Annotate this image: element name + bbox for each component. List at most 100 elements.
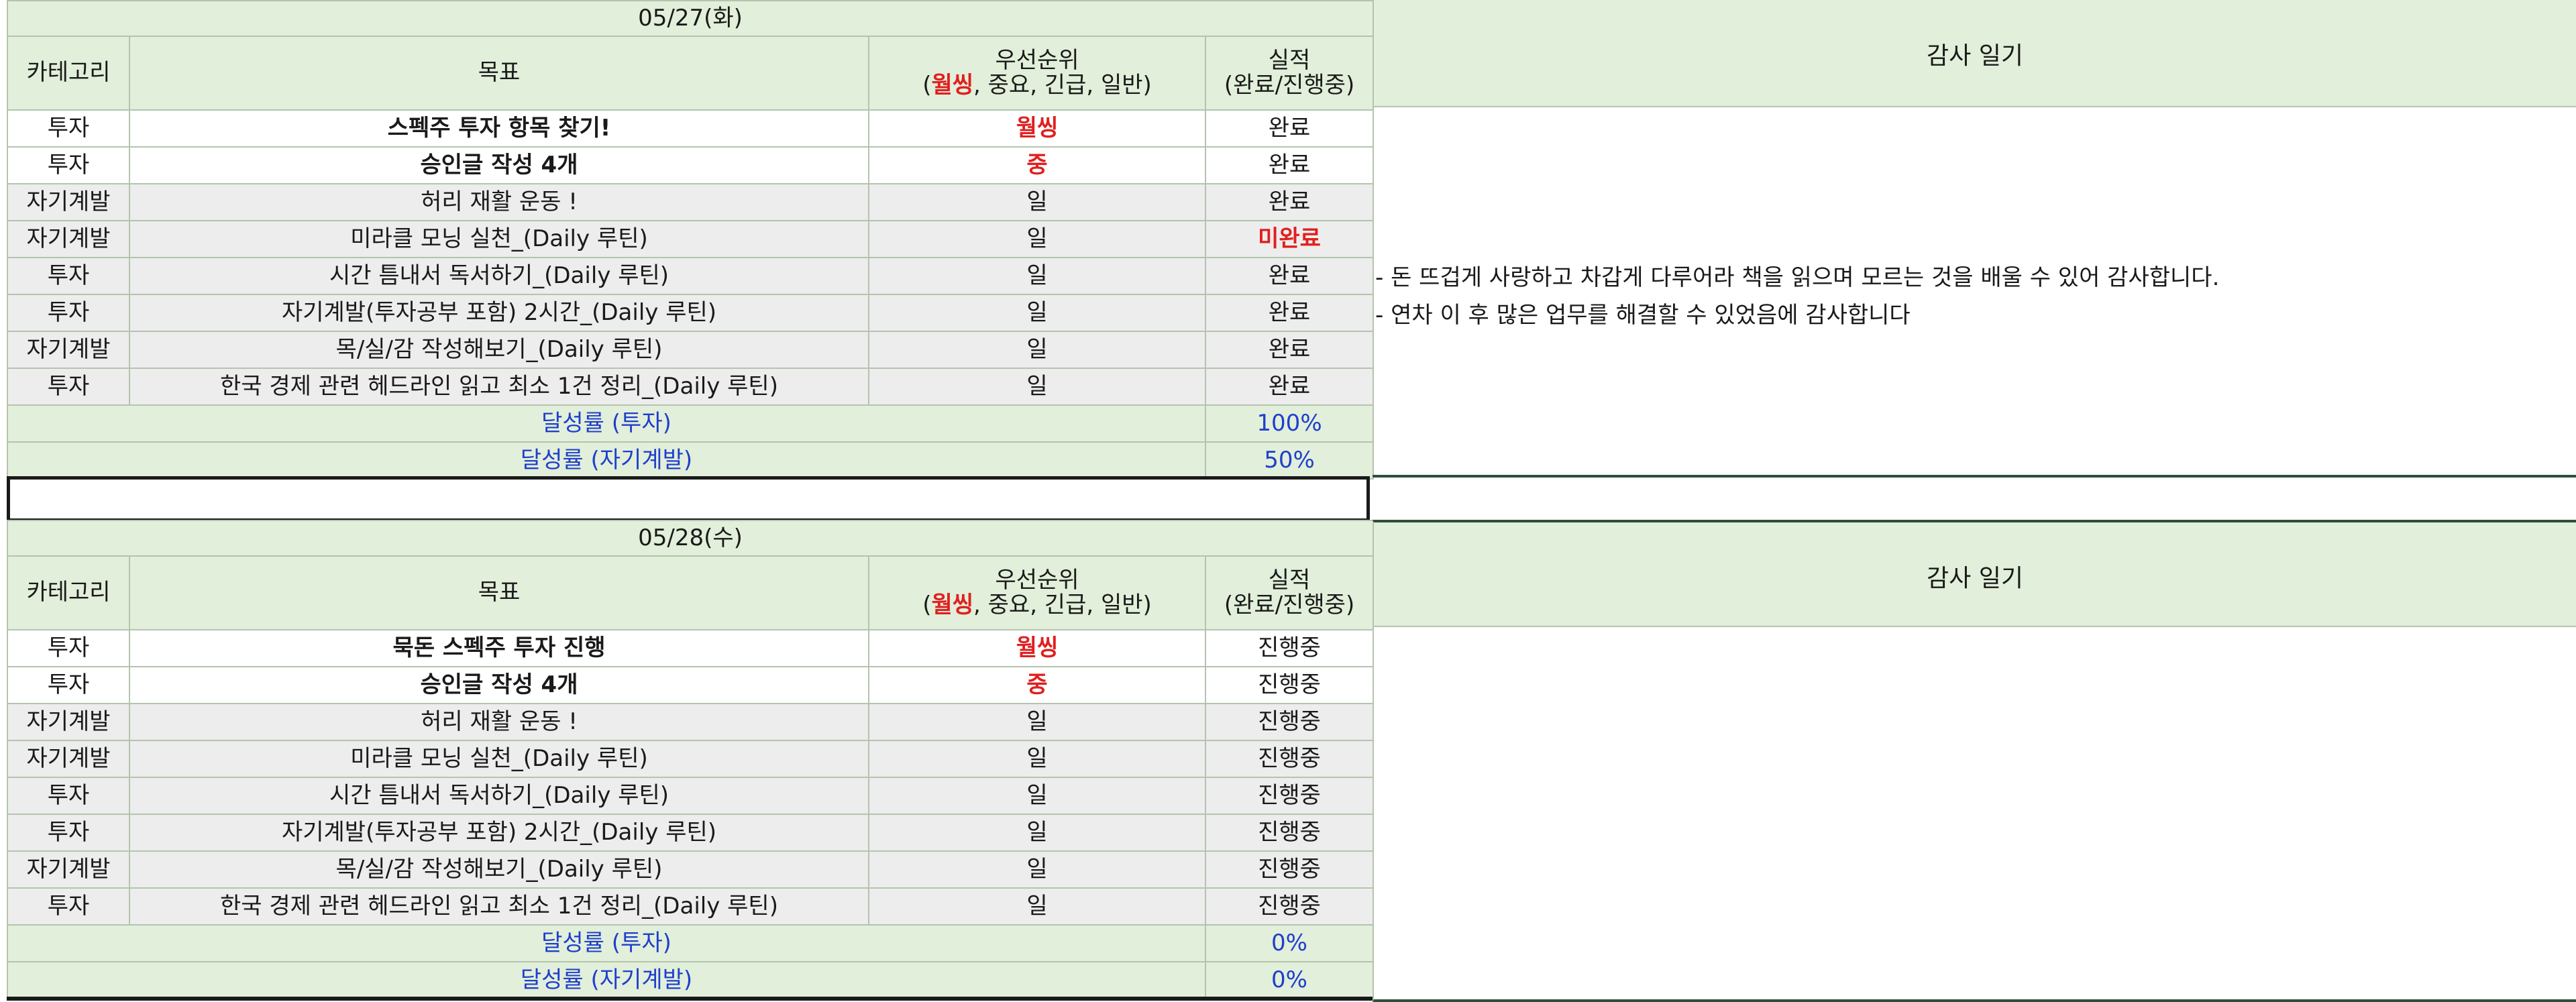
category-cell[interactable]: 투자 (7, 777, 130, 815)
goal-cell[interactable]: 시간 틈내서 독서하기_(Daily 루틴) (129, 777, 869, 815)
goal-cell[interactable]: 승인글 작성 4개 (129, 146, 869, 184)
summary-value[interactable]: 100% (1204, 404, 1375, 443)
priority-cell[interactable]: 일 (868, 887, 1206, 926)
priority-cell[interactable]: 월씽 (868, 629, 1206, 667)
summary-row[interactable]: 달성률 (자기계발) 0% (7, 961, 1375, 999)
summary-row[interactable]: 달성률 (자기계발) 50% (7, 441, 1375, 480)
summary-label[interactable]: 달성률 (자기계발) (7, 441, 1206, 480)
result-cell[interactable]: 완료 (1204, 294, 1375, 332)
category-cell[interactable]: 자기계발 (7, 331, 130, 369)
category-cell[interactable]: 투자 (7, 629, 130, 667)
category-cell[interactable]: 투자 (7, 887, 130, 926)
result-cell[interactable]: 진행중 (1204, 850, 1375, 889)
priority-cell[interactable]: 일 (868, 294, 1206, 332)
diary-header[interactable]: 감사 일기 (1373, 520, 2576, 627)
table-row[interactable]: 자기계발 허리 재활 운동 ! 일 진행중 (7, 703, 1375, 741)
result-cell[interactable]: 완료 (1204, 183, 1375, 221)
goal-cell[interactable]: 허리 재활 운동 ! (129, 183, 869, 221)
priority-cell[interactable]: 일 (868, 220, 1206, 258)
category-cell[interactable]: 자기계발 (7, 220, 130, 258)
table-row[interactable]: 자기계발 허리 재활 운동 ! 일 완료 (7, 183, 1375, 221)
table-row[interactable]: 투자 승인글 작성 4개 중 진행중 (7, 666, 1375, 704)
summary-label[interactable]: 달성률 (자기계발) (7, 961, 1206, 999)
diary-header[interactable]: 감사 일기 (1373, 0, 2576, 107)
goal-header[interactable]: 목표 (129, 36, 869, 111)
category-header[interactable]: 카테고리 (7, 36, 130, 111)
result-cell[interactable]: 완료 (1204, 331, 1375, 369)
table-row[interactable]: 투자 묵돈 스펙주 투자 진행 월씽 진행중 (7, 629, 1375, 667)
category-cell[interactable]: 자기계발 (7, 703, 130, 741)
goal-cell[interactable]: 목/실/감 작성해보기_(Daily 루틴) (129, 850, 869, 889)
result-cell[interactable]: 완료 (1204, 257, 1375, 295)
goal-cell[interactable]: 자기계발(투자공부 포함) 2시간_(Daily 루틴) (129, 294, 869, 332)
goal-cell[interactable]: 승인글 작성 4개 (129, 666, 869, 704)
summary-row[interactable]: 달성률 (투자) 0% (7, 924, 1375, 962)
table-row[interactable]: 투자 자기계발(투자공부 포함) 2시간_(Daily 루틴) 일 진행중 (7, 814, 1375, 852)
table-row[interactable]: 투자 한국 경제 관련 헤드라인 읽고 최소 1건 정리_(Daily 루틴) … (7, 368, 1375, 406)
priority-cell[interactable]: 일 (868, 331, 1206, 369)
category-cell[interactable]: 투자 (7, 257, 130, 295)
result-cell[interactable]: 미완료 (1204, 220, 1375, 258)
category-cell[interactable]: 자기계발 (7, 183, 130, 221)
priority-header[interactable]: 우선순위 (월씽, 중요, 긴급, 일반) (868, 36, 1206, 111)
goal-cell[interactable]: 허리 재활 운동 ! (129, 703, 869, 741)
category-cell[interactable]: 투자 (7, 109, 130, 148)
goal-cell[interactable]: 한국 경제 관련 헤드라인 읽고 최소 1건 정리_(Daily 루틴) (129, 368, 869, 406)
summary-row[interactable]: 달성률 (투자) 100% (7, 404, 1375, 443)
priority-cell[interactable]: 월씽 (868, 109, 1206, 148)
category-cell[interactable]: 자기계발 (7, 740, 130, 778)
goal-cell[interactable]: 시간 틈내서 독서하기_(Daily 루틴) (129, 257, 869, 295)
result-cell[interactable]: 완료 (1204, 146, 1375, 184)
table-row[interactable]: 자기계발 목/실/감 작성해보기_(Daily 루틴) 일 진행중 (7, 850, 1375, 889)
summary-value[interactable]: 0% (1204, 924, 1375, 962)
goal-cell[interactable]: 목/실/감 작성해보기_(Daily 루틴) (129, 331, 869, 369)
table-row[interactable]: 투자 자기계발(투자공부 포함) 2시간_(Daily 루틴) 일 완료 (7, 294, 1375, 332)
priority-cell[interactable]: 일 (868, 740, 1206, 778)
goal-cell[interactable]: 자기계발(투자공부 포함) 2시간_(Daily 루틴) (129, 814, 869, 852)
result-cell[interactable]: 진행중 (1204, 740, 1375, 778)
summary-label[interactable]: 달성률 (투자) (7, 404, 1206, 443)
goal-cell[interactable]: 미라클 모닝 실천_(Daily 루틴) (129, 740, 869, 778)
summary-label[interactable]: 달성률 (투자) (7, 924, 1206, 962)
category-cell[interactable]: 투자 (7, 146, 130, 184)
diary-cell[interactable] (1373, 107, 2576, 478)
priority-cell[interactable]: 일 (868, 257, 1206, 295)
table-row[interactable]: 자기계발 목/실/감 작성해보기_(Daily 루틴) 일 완료 (7, 331, 1375, 369)
date-header[interactable]: 05/28(수) (6, 520, 1375, 557)
goal-cell[interactable]: 미라클 모닝 실천_(Daily 루틴) (129, 220, 869, 258)
priority-cell[interactable]: 일 (868, 850, 1206, 889)
category-cell[interactable]: 투자 (7, 666, 130, 704)
result-header[interactable]: 실적 (완료/진행중) (1204, 555, 1375, 630)
table-row[interactable]: 투자 한국 경제 관련 헤드라인 읽고 최소 1건 정리_(Daily 루틴) … (7, 887, 1375, 926)
result-cell[interactable]: 진행중 (1204, 814, 1375, 852)
summary-value[interactable]: 50% (1204, 441, 1375, 480)
priority-header[interactable]: 우선순위 (월씽, 중요, 긴급, 일반) (868, 555, 1206, 630)
result-cell[interactable]: 진행중 (1204, 629, 1375, 667)
table-row[interactable]: 자기계발 미라클 모닝 실천_(Daily 루틴) 일 진행중 (7, 740, 1375, 778)
diary-cell[interactable] (1373, 627, 2576, 1002)
goal-cell[interactable]: 한국 경제 관련 헤드라인 읽고 최소 1건 정리_(Daily 루틴) (129, 887, 869, 926)
priority-cell[interactable]: 중 (868, 146, 1206, 184)
result-cell[interactable]: 완료 (1204, 109, 1375, 148)
table-row[interactable]: 투자 승인글 작성 4개 중 완료 (7, 146, 1375, 184)
table-row[interactable]: 자기계발 미라클 모닝 실천_(Daily 루틴) 일 미완료 (7, 220, 1375, 258)
summary-value[interactable]: 0% (1204, 961, 1375, 999)
selected-empty-row[interactable] (7, 476, 1370, 522)
priority-cell[interactable]: 일 (868, 703, 1206, 741)
priority-cell[interactable]: 일 (868, 777, 1206, 815)
goal-header[interactable]: 목표 (129, 555, 869, 630)
priority-cell[interactable]: 일 (868, 368, 1206, 406)
priority-cell[interactable]: 일 (868, 814, 1206, 852)
goal-cell[interactable]: 스펙주 투자 항목 찾기! (129, 109, 869, 148)
table-row[interactable]: 투자 시간 틈내서 독서하기_(Daily 루틴) 일 진행중 (7, 777, 1375, 815)
result-cell[interactable]: 진행중 (1204, 777, 1375, 815)
result-header[interactable]: 실적 (완료/진행중) (1204, 36, 1375, 111)
category-cell[interactable]: 투자 (7, 368, 130, 406)
priority-cell[interactable]: 중 (868, 666, 1206, 704)
category-cell[interactable]: 투자 (7, 814, 130, 852)
goal-cell[interactable]: 묵돈 스펙주 투자 진행 (129, 629, 869, 667)
table-row[interactable]: 투자 스펙주 투자 항목 찾기! 월씽 완료 (7, 109, 1375, 148)
category-header[interactable]: 카테고리 (7, 555, 130, 630)
table-row[interactable]: 투자 시간 틈내서 독서하기_(Daily 루틴) 일 완료 (7, 257, 1375, 295)
date-header[interactable]: 05/27(화) (6, 0, 1375, 37)
